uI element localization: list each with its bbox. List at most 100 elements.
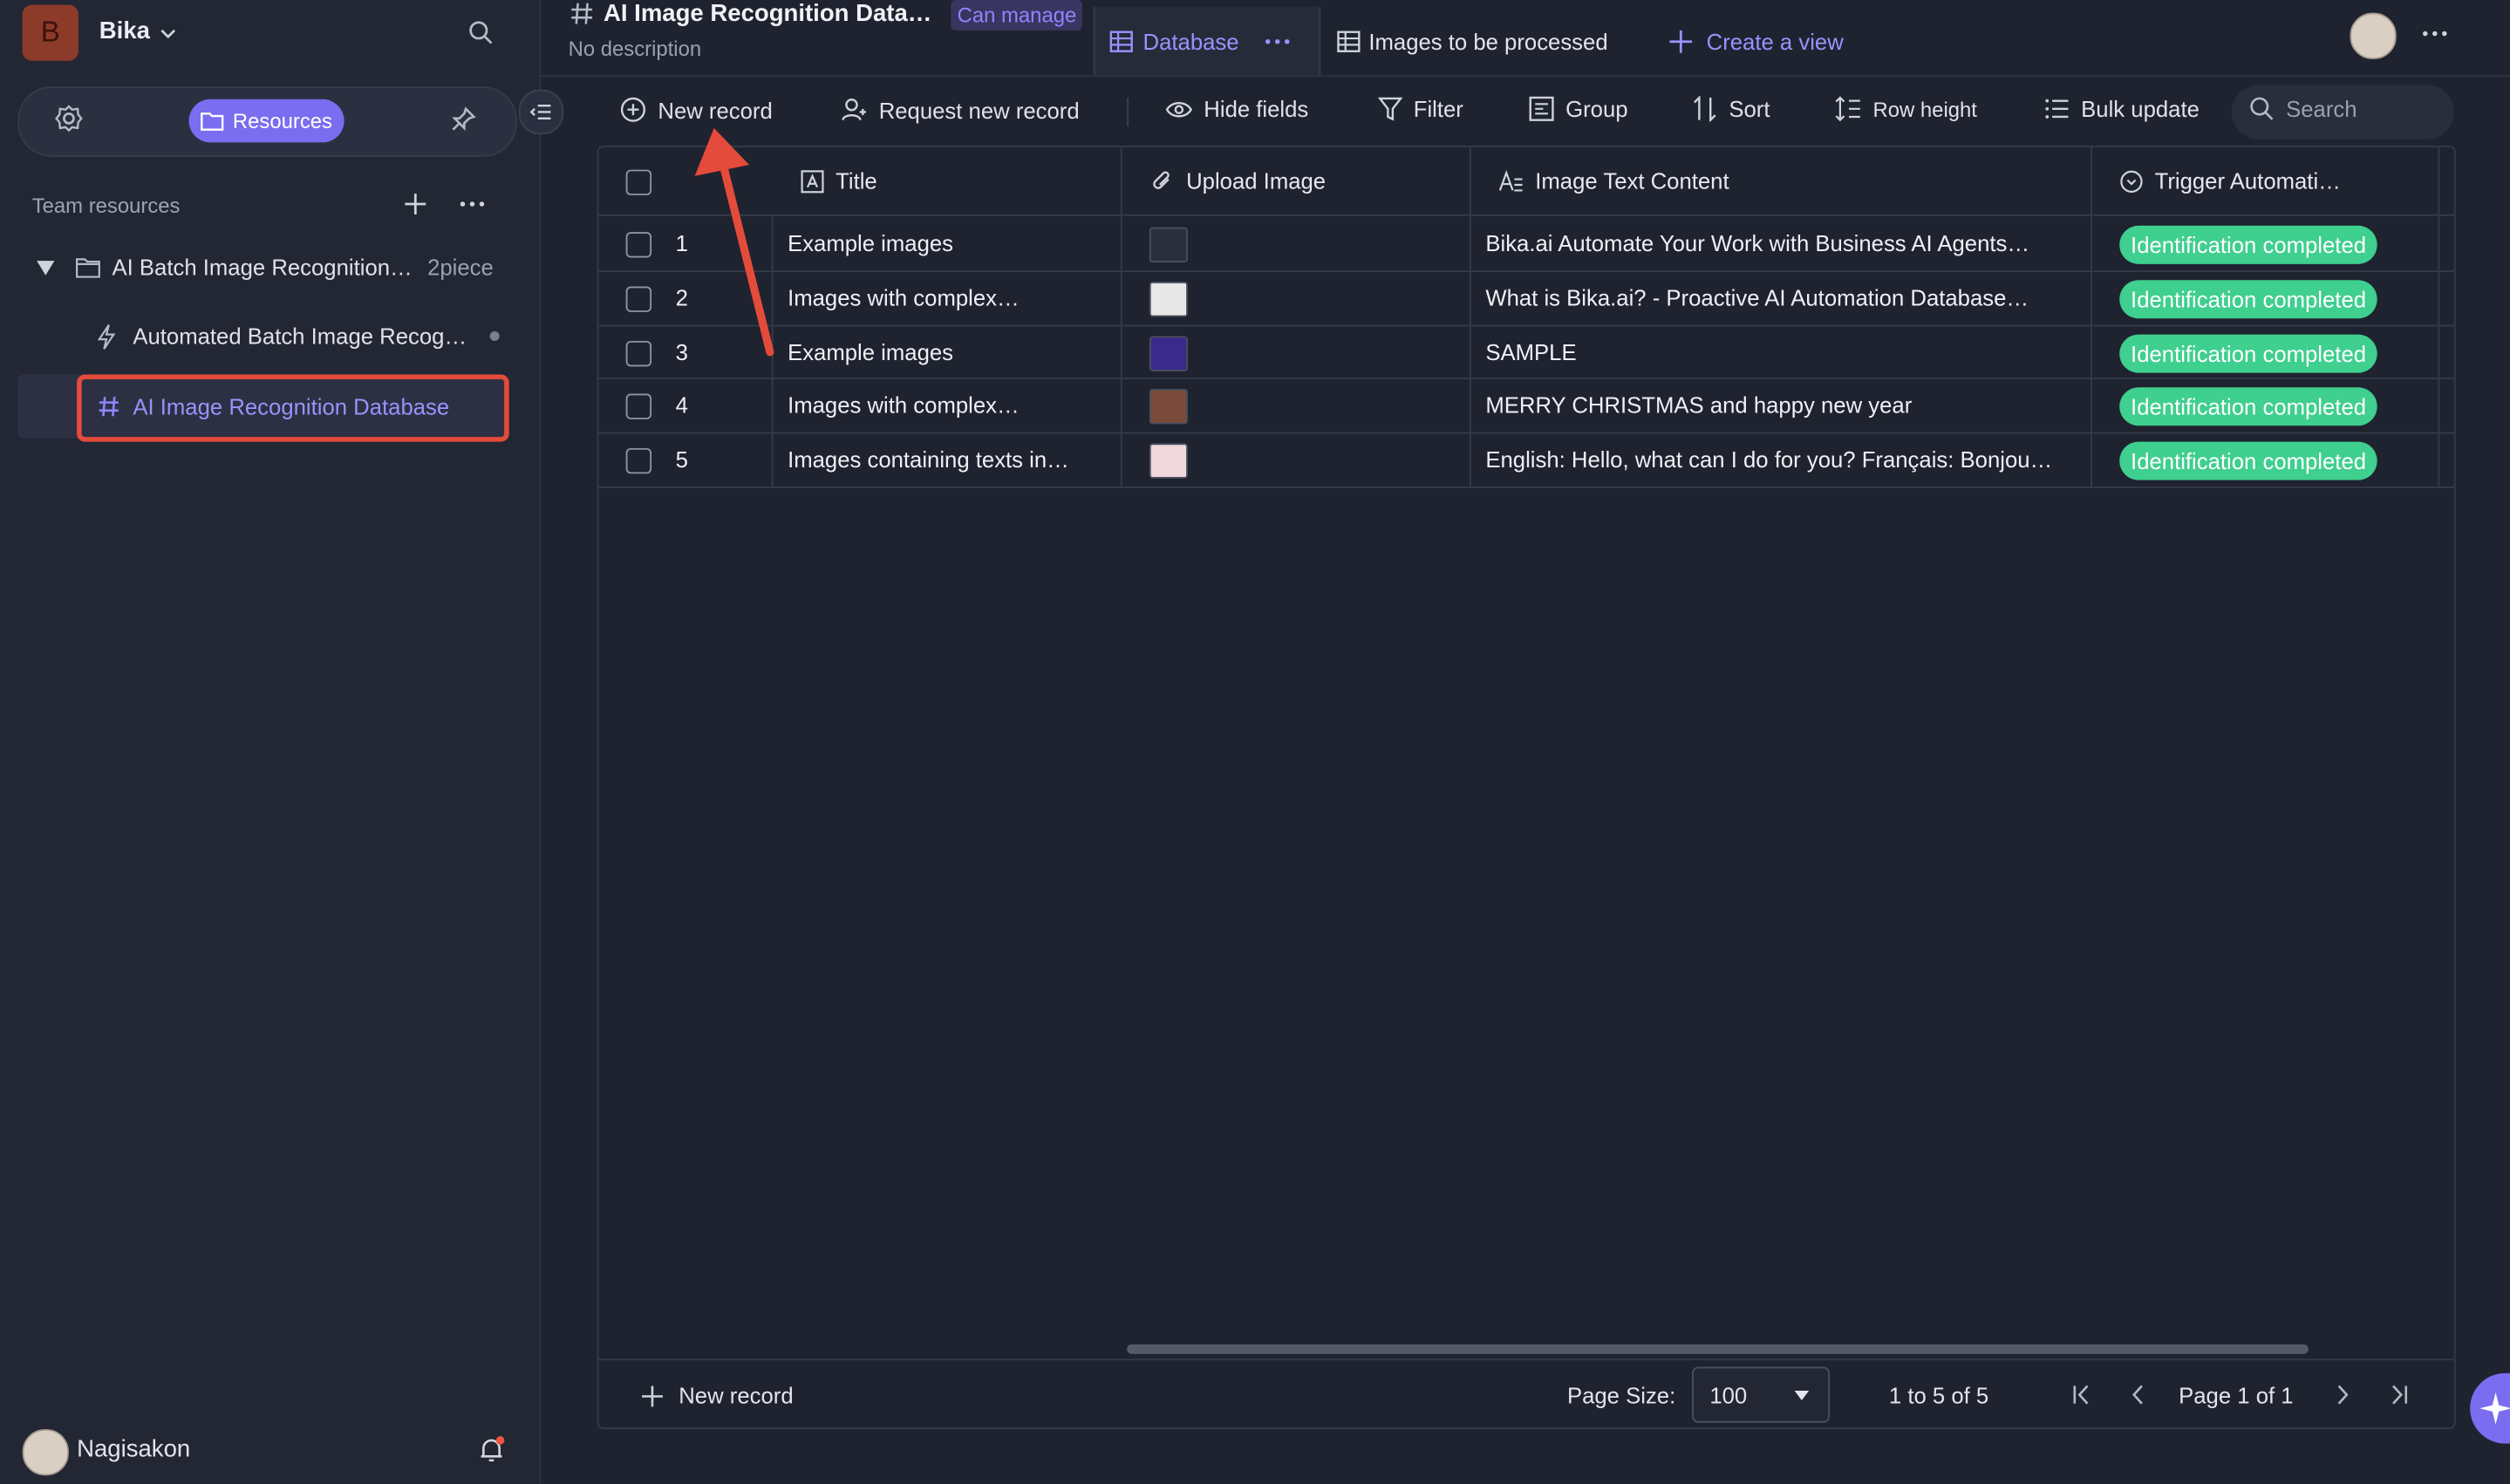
row-checkbox[interactable] [625, 394, 652, 420]
horizontal-scrollbar[interactable] [1127, 1344, 2309, 1354]
plus-circle-icon [619, 96, 646, 123]
column-divider [1469, 146, 1471, 487]
more-icon[interactable] [2420, 24, 2449, 44]
row-height-icon [1834, 96, 1861, 122]
image-thumbnail[interactable] [1149, 389, 1188, 425]
search-icon[interactable] [467, 19, 494, 46]
page-description[interactable]: No description [569, 37, 702, 61]
search-icon [2249, 96, 2275, 121]
footer-new-record-button[interactable]: New record [640, 1382, 794, 1409]
sort-button[interactable]: Sort [1692, 96, 1770, 122]
cell-image-text[interactable]: Bika.ai Automate Your Work with Business… [1485, 230, 2029, 255]
cell-image-text[interactable]: What is Bika.ai? - Proactive AI Automati… [1485, 284, 2029, 310]
previous-page-icon[interactable] [2129, 1385, 2146, 1406]
image-thumbnail[interactable] [1149, 227, 1188, 262]
folder-icon [201, 111, 225, 132]
status-field-icon [2119, 169, 2144, 194]
tab-images-to-be-processed[interactable]: Images to be processed [1368, 29, 1607, 54]
sort-icon [1692, 96, 1717, 122]
row-height-button[interactable]: Row height [1834, 96, 1977, 122]
column-header-title[interactable]: Title [800, 147, 877, 216]
hide-fields-button[interactable]: Hide fields [1165, 96, 1308, 121]
team-resources-label: Team resources [31, 194, 181, 218]
column-header-upload-image[interactable]: Upload Image [1150, 147, 1327, 216]
row-checkbox[interactable] [625, 340, 652, 366]
row-checkbox[interactable] [625, 448, 652, 474]
row-checkbox[interactable] [625, 231, 652, 258]
last-page-icon[interactable] [2389, 1385, 2410, 1406]
ai-assistant-button[interactable] [2470, 1372, 2510, 1444]
sidebar [0, 0, 542, 1484]
row-number: 3 [675, 338, 688, 364]
column-header-image-text-content[interactable]: Image Text Content [1498, 147, 1729, 216]
column-trigger-label: Trigger Automati… [2154, 167, 2341, 194]
filter-button[interactable]: Filter [1378, 96, 1463, 121]
search-placeholder: Search [2286, 96, 2357, 122]
collapse-sidebar-button[interactable] [518, 89, 564, 135]
status-badge[interactable]: Identification completed [2119, 225, 2377, 264]
row-checkbox[interactable] [625, 285, 652, 312]
new-record-label: New record [658, 97, 773, 123]
cell-image-text[interactable]: English: Hello, what can I do for you? F… [1485, 446, 2052, 472]
status-badge[interactable]: Identification completed [2119, 441, 2377, 480]
resources-label: Resources [232, 108, 332, 133]
list-icon [2044, 98, 2070, 120]
tab-database-label: Database [1142, 29, 1239, 55]
column-divider [2091, 146, 2092, 487]
column-title-label: Title [836, 167, 877, 194]
footer-new-record-label: New record [679, 1382, 794, 1409]
table-icon [1109, 31, 1134, 53]
row-divider [598, 269, 2454, 272]
select-all-checkbox[interactable] [625, 169, 652, 195]
image-thumbnail[interactable] [1149, 281, 1188, 317]
toolbar-divider [1127, 97, 1129, 127]
annotation-arrow [688, 125, 784, 358]
sort-label: Sort [1729, 96, 1770, 122]
resources-tab[interactable]: Resources [188, 99, 344, 143]
workspace-logo[interactable]: B [22, 4, 78, 61]
image-thumbnail[interactable] [1149, 335, 1188, 371]
cell-title[interactable]: Example images [788, 338, 953, 364]
avatar[interactable] [22, 1429, 69, 1476]
pin-icon[interactable] [450, 106, 477, 133]
bulk-update-label: Bulk update [2081, 96, 2200, 122]
request-new-record-button[interactable]: Request new record [841, 96, 1080, 123]
sidebar-item-automation[interactable]: Automated Batch Image Recog… [133, 323, 488, 349]
cell-title[interactable]: Example images [788, 230, 953, 255]
status-badge[interactable]: Identification completed [2119, 279, 2377, 318]
status-badge[interactable]: Identification completed [2119, 333, 2377, 372]
bulk-update-button[interactable]: Bulk update [2044, 96, 2200, 121]
status-badge[interactable]: Identification completed [2119, 387, 2377, 426]
new-record-button[interactable]: New record [619, 96, 773, 123]
cell-title[interactable]: Images with complex… [788, 392, 1020, 418]
cell-title[interactable]: Images containing texts in… [788, 446, 1069, 472]
user-name[interactable]: Nagisakon [77, 1435, 190, 1462]
add-icon[interactable] [402, 190, 429, 217]
cell-image-text[interactable]: SAMPLE [1485, 338, 1576, 364]
folder-name[interactable]: AI Batch Image Recognition… [112, 255, 427, 280]
cell-title[interactable]: Images with complex… [788, 284, 1020, 310]
workspace-name[interactable]: Bika [99, 17, 150, 44]
row-divider [598, 378, 2454, 380]
cell-image-text[interactable]: MERRY CHRISTMAS and happy new year [1485, 392, 1912, 418]
create-view-button[interactable]: Create a view [1707, 29, 1844, 54]
column-header-trigger-automation[interactable]: Trigger Automati… [2119, 147, 2341, 216]
image-thumbnail[interactable] [1149, 443, 1188, 479]
search-field[interactable]: Search [2249, 96, 2357, 121]
first-page-icon[interactable] [2071, 1385, 2092, 1406]
row-divider [598, 432, 2454, 434]
bell-icon[interactable] [477, 1435, 506, 1464]
row-number: 2 [675, 284, 688, 310]
column-divider [1120, 146, 1122, 487]
next-page-icon[interactable] [2334, 1385, 2351, 1406]
gear-icon[interactable] [54, 104, 83, 133]
page-size-label: Page Size: [1566, 1382, 1676, 1409]
chevron-down-icon[interactable] [159, 24, 178, 44]
more-icon[interactable] [1263, 32, 1292, 51]
group-button[interactable]: Group [1529, 96, 1628, 121]
avatar[interactable] [2350, 12, 2397, 59]
page-title[interactable]: AI Image Recognition Data… [604, 0, 931, 27]
caret-down-icon[interactable] [35, 259, 56, 276]
annotation-highlight-box [77, 374, 509, 442]
more-icon[interactable] [458, 190, 487, 217]
